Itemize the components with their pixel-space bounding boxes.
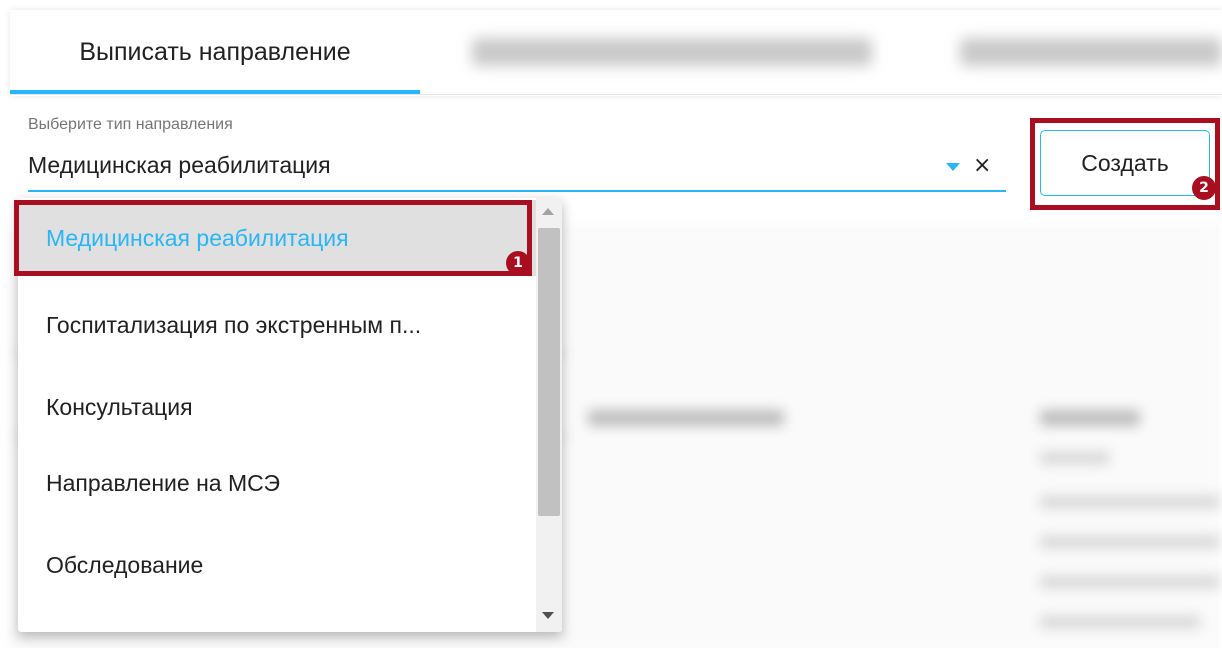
dropdown-option-label: Госпитализация по экстренным п... [46, 311, 422, 338]
referral-type-label: Выберите тип направления [28, 116, 233, 133]
dropdown-option[interactable]: Консультация [18, 366, 536, 448]
dropdown-option[interactable]: Направление на МСЭ [18, 442, 536, 524]
referral-type-select[interactable]: Медицинская реабилитация × [28, 140, 1006, 192]
dropdown-option[interactable]: Медицинская реабилитация [18, 200, 536, 276]
dropdown-option-label: Медицинская реабилитация [46, 224, 349, 251]
referral-type-dropdown: Медицинская реабилитация Госпитализация … [18, 198, 562, 632]
dropdown-option-label: Направление на МСЭ [46, 469, 280, 496]
caret-down-icon[interactable] [946, 163, 960, 171]
referral-type-value: Медицинская реабилитация [28, 152, 331, 178]
page: Выписать направление Выберите тип направ… [0, 0, 1222, 648]
tab-blurred-3[interactable] [960, 10, 1222, 94]
tab-create-referral[interactable]: Выписать направление [10, 10, 420, 94]
dropdown-option-label: Обследование [46, 551, 204, 578]
close-icon[interactable]: × [973, 153, 991, 178]
tab-create-referral-label: Выписать направление [79, 37, 351, 66]
scroll-up-icon[interactable] [542, 208, 554, 215]
dropdown-option[interactable]: Обследование [18, 524, 536, 606]
annotation-badge-2: 2 [1192, 176, 1216, 200]
scroll-down-icon[interactable] [542, 612, 554, 619]
dropdown-option-label: Консультация [46, 393, 193, 420]
dropdown-option[interactable]: Госпитализация по экстренным п... [18, 284, 536, 366]
tab-divider [10, 94, 1222, 95]
create-button[interactable]: Создать [1040, 130, 1210, 196]
dropdown-scrollbar-thumb[interactable] [538, 228, 560, 516]
annotation-badge-1: 1 [506, 251, 530, 275]
tab-blurred-2[interactable] [462, 10, 882, 94]
tab-bar: Выписать направление [10, 10, 1222, 94]
